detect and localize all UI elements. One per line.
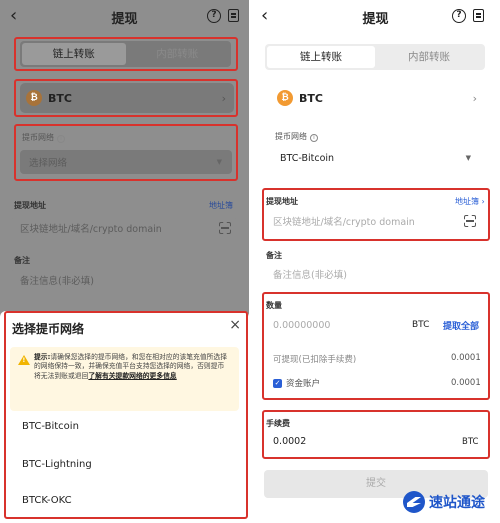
chevron-right-icon: › (472, 91, 477, 105)
fee-label: 手续费 (266, 419, 290, 428)
network-tip: ! 提示:请确保您选择的提币网络，和您在相对应的该笔充值所选择的网络保持一致，并… (10, 347, 239, 411)
address-input[interactable]: 区块链地址/域名/crypto domain (265, 209, 487, 233)
tip-text: 提示:请确保您选择的提币网络，和您在相对应的该笔充值所选择的网络保持一致，并确保… (34, 353, 228, 380)
amount-label: 数量 (266, 301, 282, 310)
caret-down-icon: ▼ (216, 158, 222, 166)
coin-name: BTC (299, 91, 323, 105)
network-label: 提币网络 i (22, 132, 65, 143)
amount-unit: BTC (412, 320, 430, 330)
caret-down-icon: ▼ (465, 154, 471, 162)
chevron-right-icon: › (221, 91, 226, 105)
btc-icon: ₿ (26, 90, 42, 106)
memo-input[interactable]: 备注信息(非必填) (12, 268, 236, 292)
memo-placeholder: 备注信息(非必填) (20, 276, 94, 287)
left-screen: ‹ 提现 ? 链上转账 内部转账 ₿ BTC › 提币网络 i 选择网络 ▼ 提现… (0, 0, 249, 523)
header: ‹ 提现 ? (251, 0, 500, 34)
network-select[interactable]: 选择网络 ▼ (20, 150, 232, 174)
header: ‹ 提现 ? (0, 0, 249, 34)
withdraw-all-button[interactable]: 提取全部 (443, 319, 479, 332)
watermark-text: 速站通途 (429, 495, 485, 511)
coin-name: BTC (48, 91, 72, 105)
tab-onchain[interactable]: 链上转账 (22, 43, 126, 65)
network-label: 提币网络 i (275, 131, 318, 142)
records-icon[interactable] (473, 9, 484, 22)
network-option-btck-okc[interactable]: BTCK-OKC (22, 495, 72, 506)
memo-label: 备注 (266, 251, 282, 260)
address-input[interactable]: 区块链地址/域名/crypto domain (12, 216, 236, 240)
scan-icon[interactable] (219, 222, 231, 234)
coin-selector[interactable]: ₿ BTC › (20, 83, 234, 113)
info-icon: i (57, 135, 65, 143)
network-placeholder: 选择网络 (29, 158, 68, 169)
network-option-btc-lightning[interactable]: BTC-Lightning (22, 459, 92, 470)
memo-label: 备注 (14, 256, 30, 265)
network-select[interactable]: BTC-Bitcoin ▼ (271, 146, 481, 170)
close-icon[interactable]: × (229, 317, 241, 333)
amount-placeholder: 0.00000000 (273, 319, 331, 331)
tab-internal[interactable]: 内部转账 (126, 43, 230, 65)
fee-value: 0.0002 (273, 436, 307, 447)
funding-account[interactable]: ✓ 资金账户 (273, 377, 320, 389)
highlight-fee (262, 410, 490, 459)
address-label: 提现地址 (14, 201, 46, 210)
available-value: 0.0001 (451, 353, 481, 363)
network-sheet: 选择提币网络 × ! 提示:请确保您选择的提币网络，和您在相对应的该笔充值所选择… (0, 311, 249, 523)
fee-unit: BTC (462, 437, 479, 447)
funding-label: 资金账户 (286, 379, 321, 389)
transfer-tabs: 链上转账 内部转账 (20, 41, 231, 67)
records-icon[interactable] (228, 9, 239, 22)
memo-placeholder: 备注信息(非必填) (273, 270, 347, 281)
address-placeholder: 区块链地址/域名/crypto domain (20, 224, 162, 235)
tab-internal[interactable]: 内部转账 (375, 46, 483, 68)
transfer-tabs: 链上转账 内部转账 (265, 44, 485, 70)
address-book-link[interactable]: 地址簿 › (455, 196, 485, 207)
scan-icon[interactable] (464, 215, 476, 227)
checkbox-checked-icon[interactable]: ✓ (273, 379, 282, 388)
memo-input[interactable]: 备注信息(非必填) (265, 262, 487, 286)
logo-icon (403, 491, 425, 513)
info-icon: i (310, 134, 318, 142)
address-book-link[interactable]: 地址簿 (209, 200, 233, 211)
available-label: 可提现(已扣除手续费) (273, 355, 357, 365)
help-icon[interactable]: ? (207, 9, 221, 23)
network-option-btc-bitcoin[interactable]: BTC-Bitcoin (22, 421, 79, 432)
address-label: 提现地址 (266, 197, 298, 206)
address-placeholder: 区块链地址/域名/crypto domain (273, 217, 415, 228)
coin-selector[interactable]: ₿ BTC › (265, 83, 485, 113)
funding-value: 0.0001 (451, 378, 481, 388)
tab-onchain[interactable]: 链上转账 (267, 46, 375, 68)
btc-icon: ₿ (277, 90, 293, 106)
help-icon[interactable]: ? (452, 9, 466, 23)
network-info-link[interactable]: 了解有关提款网络的更多信息 (88, 372, 176, 380)
warning-mark: ! (22, 356, 26, 364)
right-screen: ‹ 提现 ? 链上转账 内部转账 ₿ BTC › 提币网络 i BTC-Bitco… (251, 0, 500, 523)
watermark-logo: 速站通途 (403, 491, 485, 513)
sheet-title: 选择提币网络 (12, 322, 85, 336)
network-value: BTC-Bitcoin (280, 152, 335, 164)
